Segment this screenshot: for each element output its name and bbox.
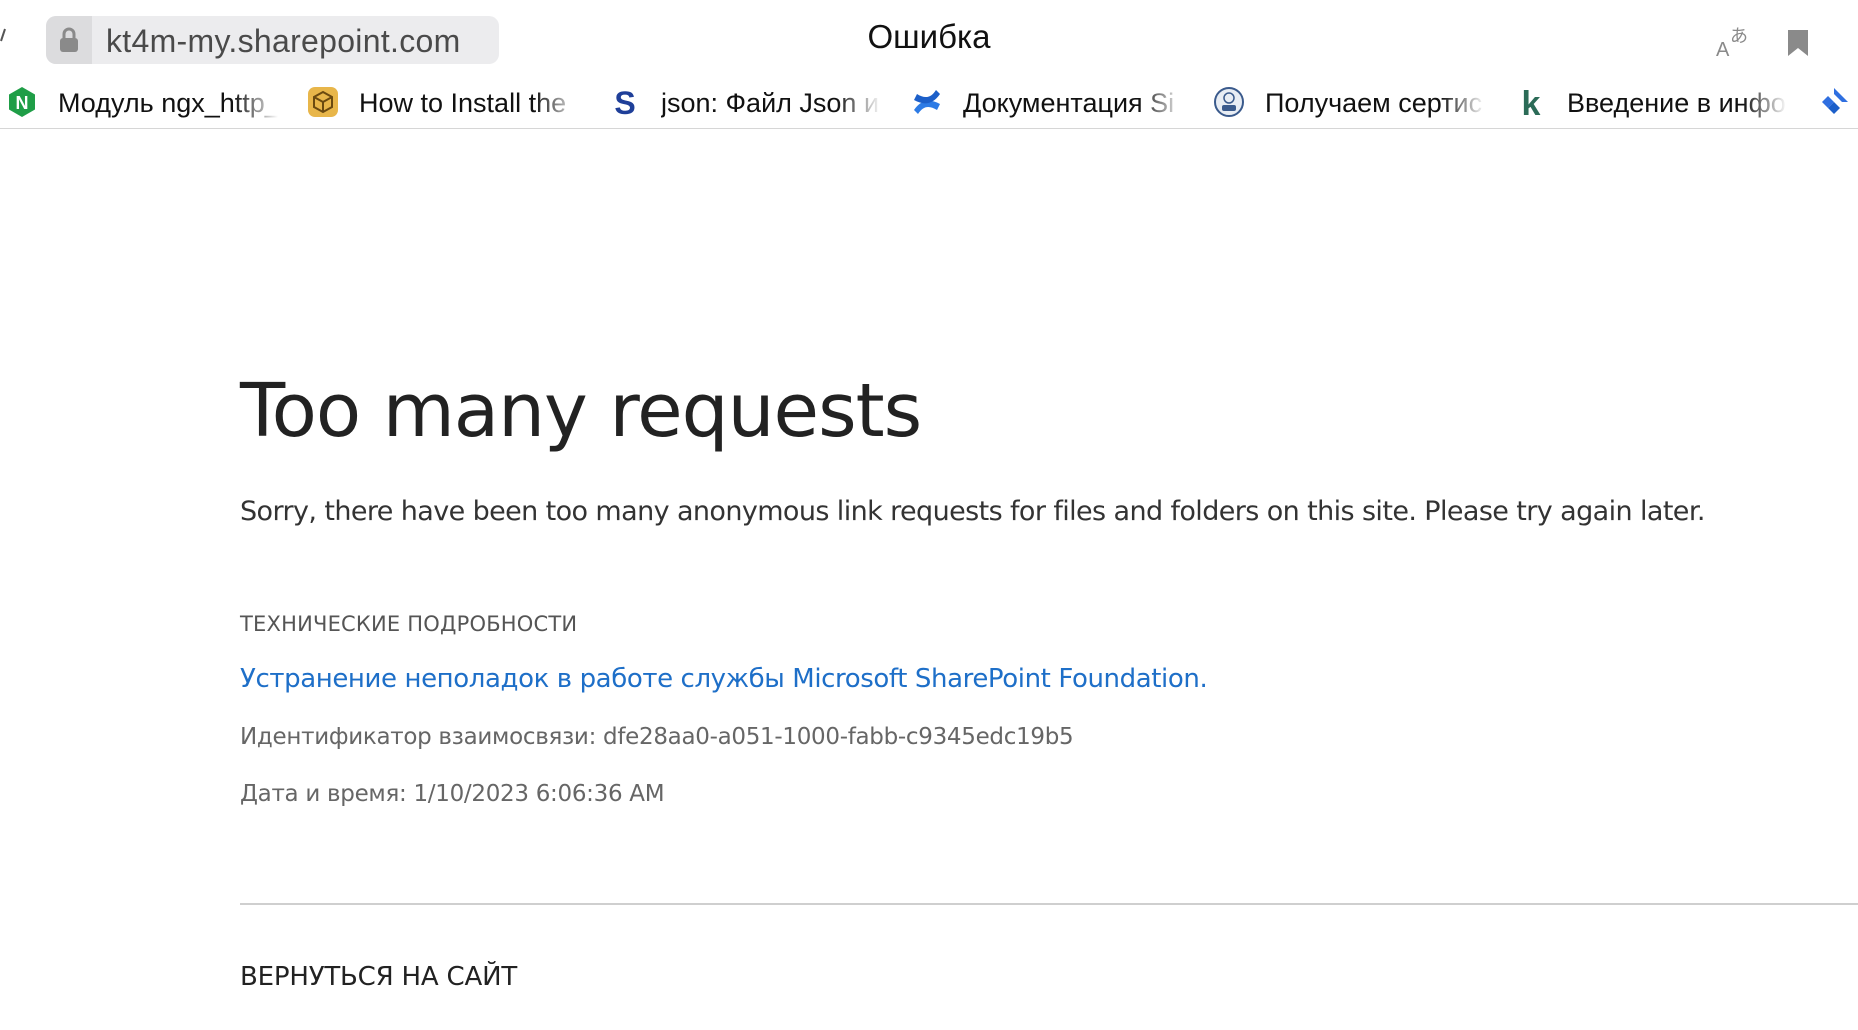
technical-details-label: ТЕХНИЧЕСКИЕ ПОДРОБНОСТИ bbox=[240, 612, 578, 636]
svg-text:あ: あ bbox=[1730, 26, 1748, 47]
bookmark-label: Введение в инфо bbox=[1567, 88, 1786, 118]
svg-text:N: N bbox=[16, 93, 29, 113]
browser-toolbar: kt4m-my.sharepoint.com Ошибка A あ bbox=[0, 0, 1858, 70]
svg-text:k: k bbox=[1522, 86, 1541, 118]
globe-badge-icon bbox=[1214, 87, 1244, 117]
translate-icon[interactable]: A あ bbox=[1714, 24, 1752, 60]
confluence-icon bbox=[914, 90, 940, 114]
divider bbox=[240, 903, 1858, 905]
bookmark-label: Получаем сертис bbox=[1265, 88, 1483, 118]
box-icon bbox=[308, 87, 338, 117]
error-heading: Too many requests bbox=[240, 368, 922, 454]
bookmark-label: Документация Si bbox=[963, 88, 1175, 118]
k-letter-icon: k bbox=[1522, 86, 1541, 118]
nginx-icon: N bbox=[9, 87, 35, 117]
svg-text:S: S bbox=[614, 86, 635, 118]
date-time: Дата и время: 1/10/2023 6:06:36 AM bbox=[240, 781, 665, 807]
correlation-id: Идентификатор взаимосвязи: dfe28aa0-a051… bbox=[240, 724, 1074, 750]
error-message: Sorry, there have been too many anonymou… bbox=[240, 496, 1705, 527]
jira-icon bbox=[1822, 88, 1848, 114]
troubleshoot-link[interactable]: Устранение неполадок в работе службы Mic… bbox=[240, 664, 1208, 694]
return-to-site-link[interactable]: ВЕРНУТЬСЯ НА САЙТ bbox=[240, 962, 517, 992]
bookmarks-bar: N Модуль ngx_http_ How to Install the S … bbox=[0, 78, 1858, 129]
svg-text:A: A bbox=[1716, 39, 1730, 60]
bookmark-icon[interactable] bbox=[1786, 28, 1810, 58]
bookmark-label: json: Файл Json и bbox=[661, 88, 880, 118]
bookmark-label: Модуль ngx_http_ bbox=[58, 88, 278, 118]
tab-title: Ошибка bbox=[867, 18, 991, 55]
bookmark-label: How to Install the bbox=[359, 88, 567, 118]
s-letter-icon: S bbox=[614, 86, 635, 118]
